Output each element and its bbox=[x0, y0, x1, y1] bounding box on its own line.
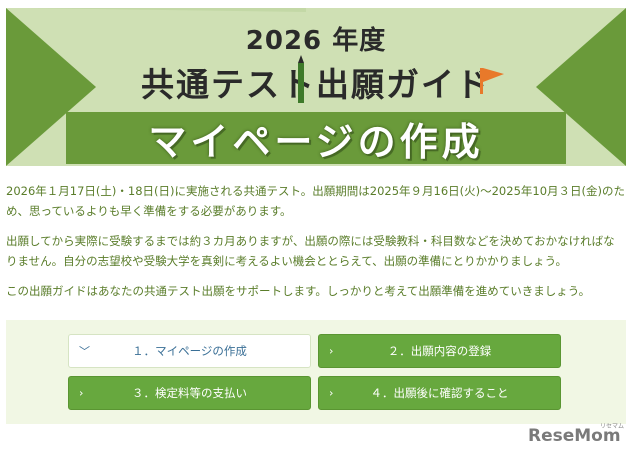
flag-icon bbox=[480, 68, 504, 94]
chevron-down-icon: ﹀ bbox=[79, 345, 90, 358]
banner-year: 2026 年度 bbox=[245, 26, 387, 56]
banner-subtitle: マイページの作成 bbox=[148, 120, 484, 164]
chevron-right-icon: › bbox=[79, 386, 84, 400]
intro-paragraph: 出願してから実際に受験するまでは約３カ月ありますが、出願の際には受験教科・科目数… bbox=[6, 234, 615, 268]
nav-step-2[interactable]: › ２．出願内容の登録 bbox=[318, 334, 561, 368]
nav-step-4[interactable]: › ４．出願後に確認すること bbox=[318, 376, 561, 410]
nav-step-label: ２．出願内容の登録 bbox=[387, 344, 492, 358]
guide-step-nav: ﹀ １．マイページの作成 › ２．出願内容の登録 › ３．検定料等の支払い › … bbox=[6, 320, 626, 424]
nav-step-3[interactable]: › ３．検定料等の支払い bbox=[68, 376, 311, 410]
chevron-right-icon: › bbox=[329, 386, 334, 400]
nav-step-1[interactable]: ﹀ １．マイページの作成 bbox=[68, 334, 311, 368]
header-banner: 2026 年度 共通テスト出願ガイド マイページの作成 bbox=[6, 8, 626, 166]
nav-step-label: ３．検定料等の支払い bbox=[132, 386, 247, 400]
chevron-right-icon: › bbox=[329, 344, 334, 358]
nav-step-label: １．マイページの作成 bbox=[132, 344, 247, 358]
pencil-icon bbox=[298, 55, 304, 103]
intro-paragraph: この出願ガイドはあなたの共通テスト出願をサポートします。しっかりと考えて出願準備… bbox=[6, 284, 591, 298]
resemom-logo: ReseMom bbox=[528, 426, 621, 446]
banner-guide-title: 共通テスト出願ガイド bbox=[141, 65, 491, 104]
intro-text: 2026年１月17日(土)・18日(日)に実施される共通テスト。出願期間は202… bbox=[6, 181, 626, 311]
intro-paragraph: 2026年１月17日(土)・18日(日)に実施される共通テスト。出願期間は202… bbox=[6, 184, 625, 218]
nav-step-label: ４．出願後に確認すること bbox=[370, 386, 509, 400]
